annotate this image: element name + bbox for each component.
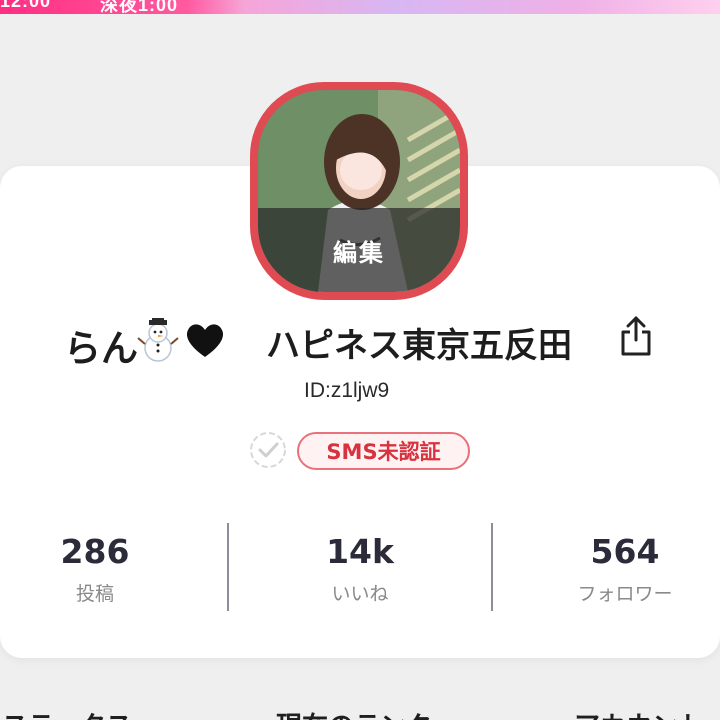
- black-heart-icon: [186, 324, 224, 357]
- stat-likes[interactable]: 14k いいね: [305, 532, 415, 606]
- stat-divider: [227, 523, 229, 611]
- avatar[interactable]: 編集: [250, 82, 468, 300]
- shop-name[interactable]: ハピネス東京五反田: [266, 318, 572, 367]
- banner-late-night-text: 深夜1:00: [100, 0, 179, 14]
- snowman-icon: [137, 318, 179, 362]
- section-status-heading: ステータス: [2, 706, 132, 720]
- name-row: らん ハピネス東京五反田: [0, 314, 720, 370]
- stat-posts-label: 投稿: [75, 583, 114, 605]
- stat-followers[interactable]: 564 フォロワー: [560, 532, 690, 606]
- profile-screen: 12:00 深夜1:00 編集 らん ハピネス東京五反田 ID:z1ljw9 S…: [0, 0, 720, 720]
- banner-time-text: 12:00: [0, 0, 52, 11]
- user-id: ID:z1ljw9: [304, 379, 390, 402]
- promo-banner[interactable]: 12:00 深夜1:00: [0, 0, 720, 14]
- stat-divider: [491, 523, 493, 611]
- avatar-edit-button[interactable]: 編集: [258, 208, 460, 292]
- stat-followers-label: フォロワー: [577, 583, 673, 605]
- profile-name: らん: [64, 327, 138, 370]
- stat-posts-value: 286: [60, 532, 130, 571]
- stat-likes-value: 14k: [326, 532, 394, 571]
- section-account-heading: アカウント: [574, 706, 704, 720]
- stat-likes-label: いいね: [331, 583, 389, 605]
- sms-verification-badge[interactable]: SMS未認証: [297, 432, 470, 470]
- share-icon[interactable]: [618, 314, 654, 358]
- verified-check-icon: [250, 432, 286, 468]
- section-current-rank-heading: 現在のランク: [276, 706, 432, 720]
- stat-followers-value: 564: [590, 532, 660, 571]
- stat-posts[interactable]: 286 投稿: [40, 532, 150, 606]
